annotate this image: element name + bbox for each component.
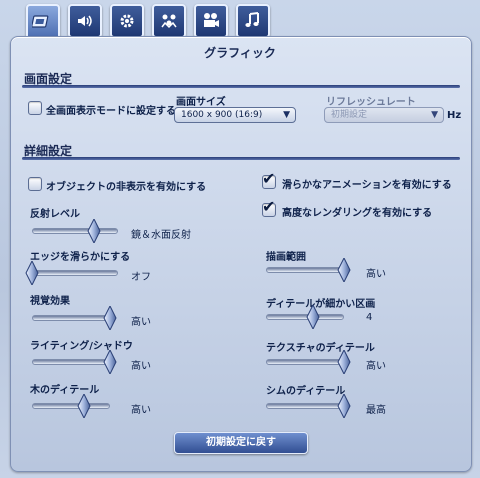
- hq-rendering-label: 高度なレンダリングを有効にする: [282, 208, 433, 219]
- resolution-dropdown[interactable]: 1600 x 900 (16:9) ▼: [174, 107, 296, 123]
- lot-detail-slider[interactable]: [266, 305, 344, 329]
- slider-track: [32, 403, 110, 409]
- reflection-slider[interactable]: [32, 219, 118, 243]
- edge-value: オフ: [131, 272, 151, 283]
- fullscreen-checkbox[interactable]: [28, 101, 42, 115]
- slider-knob[interactable]: [337, 350, 351, 374]
- hq-rendering-checkbox[interactable]: ✔: [262, 199, 276, 217]
- tab-game-options[interactable]: [110, 4, 144, 38]
- lighting-slider[interactable]: [32, 350, 117, 374]
- tab-video[interactable]: [194, 4, 228, 38]
- advanced-divider: [22, 157, 460, 160]
- sims-icon: [161, 14, 177, 29]
- texture-slider[interactable]: [266, 350, 351, 374]
- display-divider: [22, 85, 460, 88]
- slider-track: [266, 267, 344, 273]
- refresh-label: リフレッシュレート: [326, 97, 416, 108]
- refresh-unit: Hz: [447, 110, 462, 121]
- draw-distance-slider[interactable]: [266, 258, 351, 282]
- refresh-value: 初期設定: [331, 110, 368, 120]
- lighting-label: ライティング/シャドウ: [30, 341, 133, 352]
- resolution-value: 1600 x 900 (16:9): [181, 110, 263, 120]
- smooth-animation-checkbox[interactable]: ✔: [262, 171, 276, 189]
- resolution-label: 画面サイズ: [176, 97, 226, 108]
- reflection-label: 反射レベル: [30, 209, 80, 220]
- slider-knob[interactable]: [77, 394, 91, 418]
- panel-title: グラフィック: [204, 46, 276, 60]
- texture-value: 高い: [366, 361, 386, 372]
- slider-knob[interactable]: [103, 350, 117, 374]
- slider-track: [32, 315, 110, 321]
- slider-knob[interactable]: [337, 394, 351, 418]
- graphics-icon: [32, 15, 49, 28]
- slider-track: [32, 228, 118, 234]
- hide-objects-checkbox[interactable]: [28, 177, 42, 191]
- visual-value: 高い: [131, 317, 151, 328]
- checkmark-icon: ✔: [262, 197, 276, 216]
- slider-knob[interactable]: [306, 305, 320, 329]
- tab-music[interactable]: [236, 4, 270, 38]
- sound-icon: [78, 15, 92, 27]
- visual-slider[interactable]: [32, 306, 117, 330]
- edge-label: エッジを滑らかにする: [30, 252, 131, 263]
- tree-slider[interactable]: [32, 394, 110, 418]
- slider-knob[interactable]: [87, 219, 101, 243]
- tab-sims[interactable]: [152, 4, 186, 38]
- chevron-down-icon: ▼: [283, 110, 290, 120]
- chevron-down-icon: ▼: [431, 110, 438, 120]
- slider-knob[interactable]: [103, 306, 117, 330]
- sim-detail-value: 最高: [366, 405, 386, 416]
- tab-sound[interactable]: [68, 4, 102, 38]
- visual-label: 視覚効果: [30, 296, 70, 307]
- texture-label: テクスチャのディテール: [266, 343, 375, 354]
- smooth-animation-label: 滑らかなアニメーションを有効にする: [282, 180, 452, 191]
- music-note-icon: [245, 12, 259, 27]
- slider-knob[interactable]: [25, 261, 39, 285]
- lot-detail-value: 4: [366, 312, 373, 323]
- slider-track: [266, 403, 344, 409]
- slider-track: [32, 359, 110, 365]
- lighting-value: 高い: [131, 361, 151, 372]
- fullscreen-label: 全画面表示モードに設定する: [46, 106, 176, 117]
- refresh-dropdown[interactable]: 初期設定 ▼: [324, 107, 444, 123]
- gear-icon: [120, 14, 134, 28]
- checkmark-icon: ✔: [262, 169, 276, 188]
- slider-track: [32, 270, 118, 276]
- reset-defaults-button[interactable]: 初期設定に戻す: [174, 432, 308, 454]
- tree-value: 高い: [131, 405, 151, 416]
- draw-distance-value: 高い: [366, 269, 386, 280]
- reflection-value: 鏡＆水面反射: [131, 230, 191, 241]
- tab-graphics[interactable]: [26, 4, 60, 40]
- edge-slider[interactable]: [25, 261, 118, 285]
- camera-icon: [204, 13, 219, 27]
- sim-detail-slider[interactable]: [266, 394, 351, 418]
- sim-detail-label: シムのディテール: [266, 386, 346, 397]
- hide-objects-label: オブジェクトの非表示を有効にする: [46, 182, 207, 193]
- tab-bar: [26, 4, 276, 40]
- slider-knob[interactable]: [337, 258, 351, 282]
- slider-track: [266, 359, 344, 365]
